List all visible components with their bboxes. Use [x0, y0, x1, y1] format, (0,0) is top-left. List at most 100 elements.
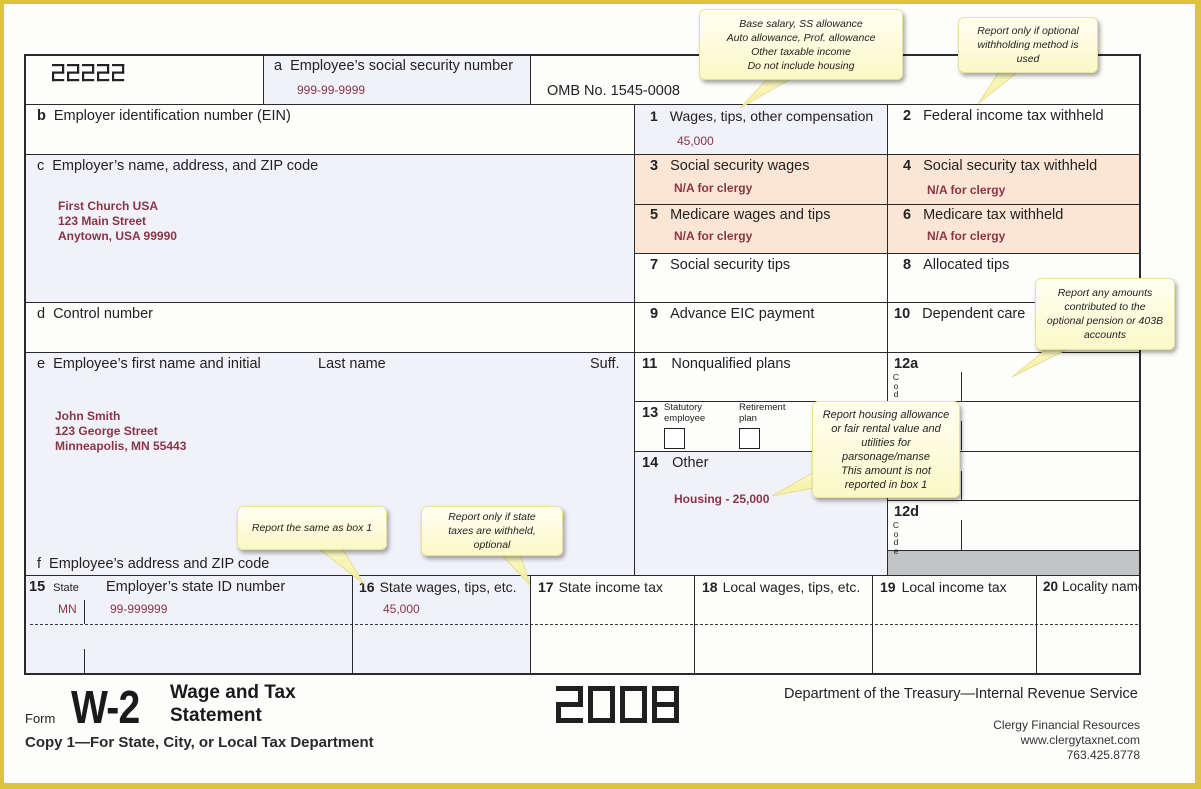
box-14-text: Other: [672, 455, 709, 471]
box-19-key: 19: [880, 579, 896, 595]
box-13-key: 13: [642, 405, 659, 421]
box-12b-field[interactable]: [963, 421, 1138, 449]
box-b-text: Employer identification number (EIN): [53, 108, 291, 124]
callout-box2-line: Report only if optional: [977, 25, 1079, 37]
box-18-field[interactable]: [696, 598, 870, 622]
box-d-field[interactable]: [27, 324, 632, 350]
box-1-value[interactable]: 45,000: [677, 134, 714, 149]
box-5-label: 5 Medicare wages and tips: [650, 207, 830, 223]
box-2-field[interactable]: [889, 126, 1138, 152]
box-a-value[interactable]: 999-99-9999: [297, 83, 365, 98]
box-3-text: Social security wages: [670, 158, 810, 174]
box-15-state-value[interactable]: MN: [58, 602, 77, 617]
box-a-text: Employee’s social security number: [290, 58, 514, 74]
box-2-key: 2: [903, 108, 912, 124]
grid-line: [530, 55, 531, 104]
box-3-label: 3 Social security wages: [650, 158, 810, 174]
box-b-field[interactable]: [27, 126, 632, 152]
grid-line: [872, 575, 873, 674]
digit-glyph: [67, 64, 80, 82]
callout-box14-line: utilities for: [861, 436, 911, 449]
box-12d-amount-field[interactable]: [963, 520, 1138, 549]
box-4-text: Social security tax withheld: [923, 158, 1098, 174]
brand-block: Clergy Financial Resources www.clergytax…: [993, 718, 1140, 763]
callout-box17-line: optional: [473, 539, 511, 551]
form-title-line1: Wage and Tax: [170, 682, 296, 703]
box-14-value[interactable]: Housing - 25,000: [674, 492, 769, 507]
box-e-suffix-label: Suff.: [590, 356, 620, 372]
callout-box16-line: Report the same as box 1: [251, 522, 373, 534]
brand-website[interactable]: www.clergytaxnet.com: [993, 733, 1140, 748]
digit-glyph: [111, 64, 125, 82]
box-c-value[interactable]: First Church USA 123 Main Street Anytown…: [58, 199, 177, 244]
box-12c-field[interactable]: [963, 471, 1138, 499]
box-6-value[interactable]: N/A for clergy: [927, 229, 1005, 244]
omb-number: OMB No. 1545-0008: [547, 83, 680, 99]
box-17-label: 17 State income tax: [538, 579, 663, 595]
box-14-label: 14 Other: [642, 455, 708, 471]
grid-line: [887, 500, 1140, 501]
box-b-key: b: [37, 108, 46, 124]
box-6-key: 6: [903, 207, 912, 223]
box-6-text: Medicare tax withheld: [923, 207, 1064, 223]
box-1-key: 1: [650, 108, 658, 124]
box-c-label: c Employer’s name, address, and ZIP code: [37, 158, 318, 174]
box-11-key: 11: [642, 356, 658, 372]
box-f-label: f Employee’s address and ZIP code: [37, 556, 269, 572]
box-15-key: 15: [29, 579, 46, 595]
box-11-field[interactable]: [636, 376, 885, 400]
box-3-value[interactable]: N/A for clergy: [674, 181, 752, 196]
box-18-key: 18: [702, 579, 718, 595]
box-2-label: 2 Federal income tax withheld: [903, 108, 1104, 124]
box-19-field[interactable]: [874, 598, 1034, 622]
box-2-text: Federal income tax withheld: [923, 108, 1104, 124]
grid-line: [961, 421, 962, 450]
callout-box16: Report the same as box 1: [237, 506, 387, 550]
grid-line: [887, 550, 1140, 551]
box-12d-code-field[interactable]: [903, 520, 960, 549]
grid-line: [961, 372, 962, 401]
form-title: Wage and Tax Statement: [170, 681, 296, 727]
box-18-label: 18 Local wages, tips, etc.: [702, 579, 860, 595]
box-11-label: 11 Nonqualified plans: [642, 356, 791, 372]
box-20-field[interactable]: [1038, 598, 1138, 622]
box-7-field[interactable]: [636, 276, 885, 301]
employee-name: John Smith: [55, 409, 121, 423]
box-15-id-value[interactable]: 99-999999: [110, 602, 167, 617]
box-16-value[interactable]: 45,000: [383, 602, 420, 617]
box-8-field[interactable]: [889, 276, 1029, 301]
grid-line: [634, 104, 635, 575]
callout-box12: Report any amounts contributed to the op…: [1035, 278, 1175, 350]
callout-box1-line: Auto allowance, Prof. allowance: [726, 31, 876, 44]
employee-street: 123 George Street: [55, 424, 158, 438]
department-line: Department of the Treasury—Internal Reve…: [784, 686, 1138, 702]
box-f-key: f: [37, 556, 42, 572]
grid-line: [887, 104, 888, 575]
box-3-key: 3: [650, 158, 659, 174]
box-12a-amount-field[interactable]: [963, 372, 1138, 400]
callout-box14-line: This amount is not: [841, 464, 931, 477]
box-a-key: a: [274, 58, 283, 74]
form-word: Form: [25, 711, 56, 726]
box-1-label: 1 Wages, tips, other compensation: [650, 108, 873, 124]
box-5-value[interactable]: N/A for clergy: [674, 229, 752, 244]
tax-year: 2008: [556, 686, 686, 729]
box-b-label: b Employer identification number (EIN): [37, 108, 291, 124]
box-7-label: 7 Social security tips: [650, 257, 790, 273]
retirement-plan-checkbox[interactable]: [739, 428, 760, 449]
box-f-text: Employee’s address and ZIP code: [49, 556, 270, 572]
employer-name: First Church USA: [58, 199, 159, 213]
box-10-key: 10: [894, 306, 911, 322]
box-4-value[interactable]: N/A for clergy: [927, 183, 1005, 198]
box-17-field[interactable]: [532, 598, 692, 622]
control-code: 22222: [52, 64, 132, 94]
box-e-value[interactable]: John Smith 123 George Street Minneapolis…: [55, 409, 186, 454]
box-12a-code-field[interactable]: [903, 372, 960, 400]
tax-year-digits: [556, 686, 679, 723]
box-20-text: Locality name: [1062, 579, 1139, 594]
grid-line: [961, 471, 962, 500]
statutory-employee-checkbox[interactable]: [664, 428, 685, 449]
box-9-field[interactable]: [636, 324, 885, 350]
callout-box2: Report only if optional withholding meth…: [958, 17, 1098, 73]
box-8-key: 8: [903, 257, 912, 273]
